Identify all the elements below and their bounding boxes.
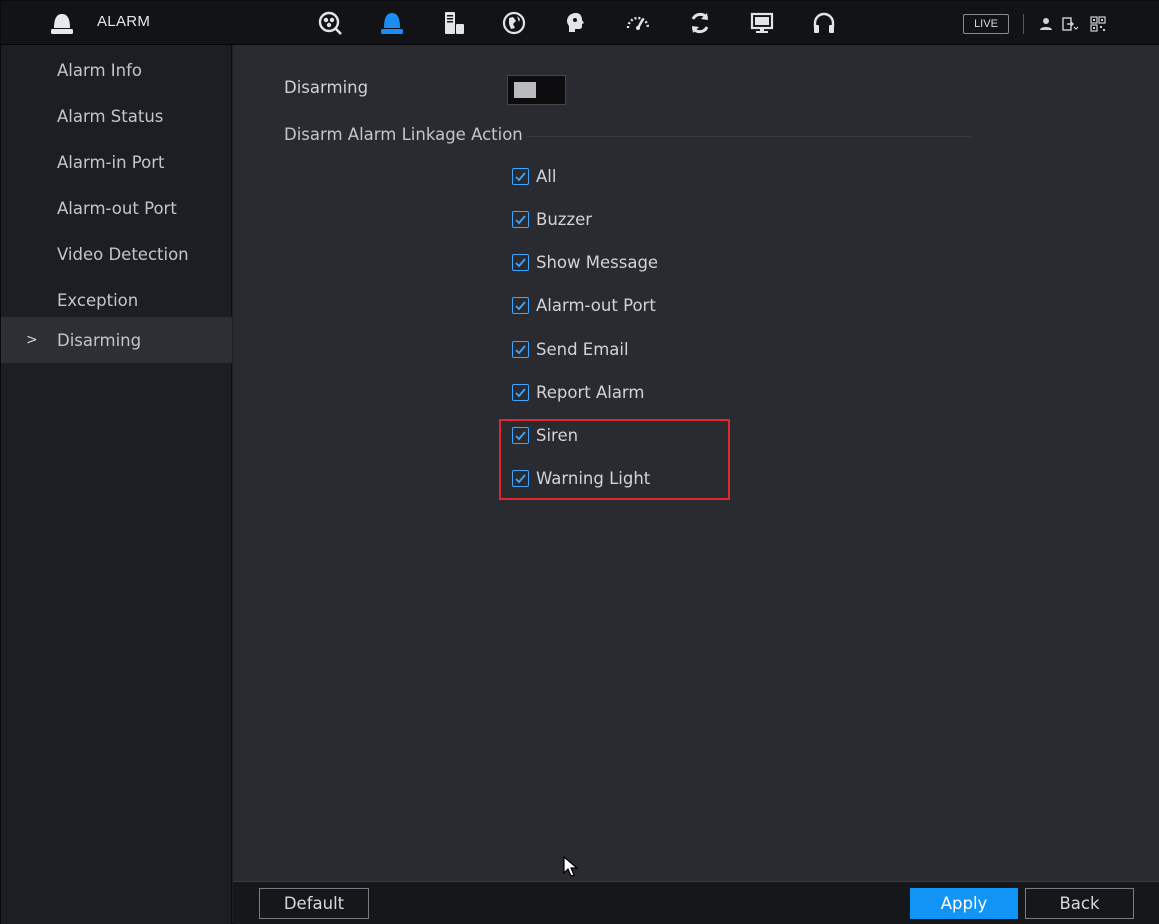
sidebar-item-alarm-status[interactable]: Alarm Status [1,93,232,139]
option-warning-light[interactable]: Warning Light [512,466,650,490]
option-alarm-out-port[interactable]: Alarm-out Port [512,293,656,317]
apply-button[interactable]: Apply [910,888,1018,919]
checkbox-checked-icon[interactable] [512,469,529,487]
performance-icon[interactable] [623,8,653,38]
sidebar-item-alarm-out-port[interactable]: Alarm-out Port [1,185,232,231]
user-icon[interactable] [1037,15,1055,33]
logout-icon[interactable] [1061,15,1079,33]
chevron-right-icon: > [26,332,38,348]
sidebar-item-label: Alarm-in Port [57,152,165,172]
disarming-toggle[interactable] [507,75,566,105]
checkbox-checked-icon[interactable] [512,383,529,401]
option-label: Alarm-out Port [536,295,656,315]
alarm-icon[interactable] [377,8,407,38]
option-show-message[interactable]: Show Message [512,250,658,274]
backup-icon[interactable] [685,8,715,38]
sidebar-item-label: Alarm-out Port [57,198,177,218]
option-send-email[interactable]: Send Email [512,337,629,361]
sidebar-item-label: Alarm Status [57,106,164,126]
option-report-alarm[interactable]: Report Alarm [512,380,645,404]
qr-code-icon[interactable] [1089,15,1107,33]
default-button[interactable]: Default [259,888,369,919]
sidebar-item-label: Disarming [57,330,142,350]
option-label: All [536,166,557,186]
top-bar: ALARM LIVE [1,1,1159,45]
back-button[interactable]: Back [1025,888,1134,919]
network-icon[interactable] [499,8,529,38]
option-buzzer[interactable]: Buzzer [512,207,592,231]
checkbox-checked-icon[interactable] [512,210,529,228]
sidebar-item-disarming[interactable]: > Disarming [1,317,232,363]
sidebar-item-alarm-info[interactable]: Alarm Info [1,47,232,93]
sidebar-item-label: Alarm Info [57,60,143,80]
linkage-section-title: Disarm Alarm Linkage Action [284,125,523,144]
bottom-bar: Default Apply Back [233,881,1159,924]
disarming-label: Disarming [284,78,369,97]
option-label: Siren [536,425,579,445]
app-window: ALARM LIVE Alarm Info Alarm Status Alarm… [0,0,1159,924]
option-all[interactable]: All [512,164,556,188]
sidebar-item-label: Video Detection [57,244,189,264]
app-title: ALARM [97,13,151,30]
option-label: Send Email [536,339,629,359]
search-icon[interactable] [315,8,345,38]
alarm-app-icon [49,12,75,36]
checkbox-checked-icon[interactable] [512,296,529,314]
option-label: Warning Light [536,468,651,488]
sidebar-item-label: Exception [57,290,139,310]
audio-icon[interactable] [809,8,839,38]
checkbox-checked-icon[interactable] [512,253,529,271]
sidebar: Alarm Info Alarm Status Alarm-in Port Al… [1,45,232,924]
checkbox-checked-icon[interactable] [512,340,529,358]
display-icon[interactable] [747,8,777,38]
checkbox-checked-icon[interactable] [512,426,529,444]
ai-icon[interactable] [561,8,591,38]
mouse-cursor-icon [563,855,579,878]
toggle-knob [514,82,536,98]
live-button[interactable]: LIVE [963,14,1009,34]
option-label: Report Alarm [536,382,645,402]
main-panel: Disarming Disarm Alarm Linkage Action Al… [233,45,1159,881]
divider [1023,14,1024,34]
checkbox-checked-icon[interactable] [512,167,529,185]
option-label: Buzzer [536,209,593,229]
section-divider [527,136,971,137]
storage-icon[interactable] [438,8,468,38]
option-siren[interactable]: Siren [512,423,578,447]
sidebar-item-video-detection[interactable]: Video Detection [1,231,232,277]
option-label: Show Message [536,252,659,272]
sidebar-item-alarm-in-port[interactable]: Alarm-in Port [1,139,232,185]
